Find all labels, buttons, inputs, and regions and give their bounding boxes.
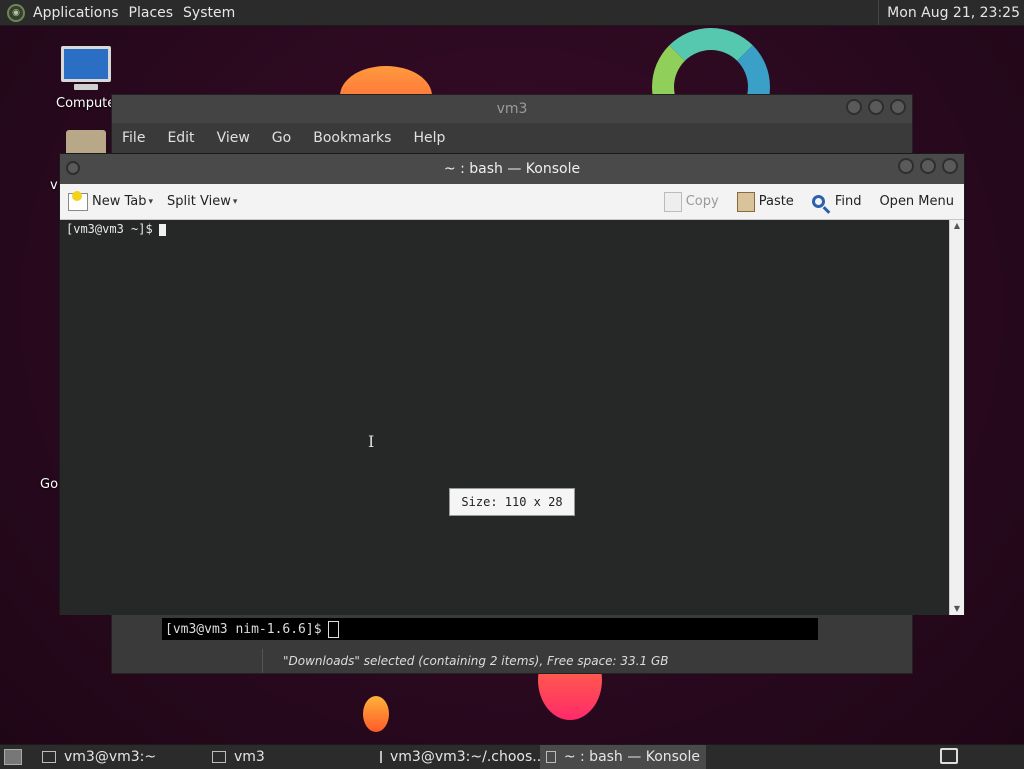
chevron-down-icon: ▾ <box>148 196 154 207</box>
menu-edit[interactable]: Edit <box>167 130 194 146</box>
menu-go[interactable]: Go <box>272 130 291 146</box>
split-view-label: Split View <box>167 194 231 209</box>
window-title: ~ : bash — Konsole <box>443 161 581 177</box>
konsole-toolbar: New Tab ▾ Split View ▾ Copy Paste Find O… <box>60 184 964 220</box>
taskbar-item[interactable]: vm3 <box>206 745 374 769</box>
terminal-icon <box>42 751 56 763</box>
taskbar-item-label: ~ : bash — Konsole <box>563 749 700 765</box>
bottom-taskbar: vm3@vm3:~ vm3 vm3@vm3:~/.choos... ~ : ba… <box>0 744 1024 769</box>
terminal-prompt: [vm3@vm3 nim-1.6.6]$ <box>165 621 322 637</box>
menu-places[interactable]: Places <box>129 5 184 21</box>
menu-view[interactable]: View <box>217 130 250 146</box>
window-menu-button[interactable] <box>66 161 80 175</box>
copy-button[interactable]: Copy <box>663 191 719 212</box>
open-menu-label: Open Menu <box>879 194 954 209</box>
taskbar-item[interactable]: vm3@vm3:~ <box>36 745 206 769</box>
terminal-prompt: [vm3@vm3 ~]$ <box>66 222 153 236</box>
window-titlebar[interactable]: ~ : bash — Konsole <box>60 154 964 184</box>
minimize-button[interactable] <box>898 158 914 174</box>
maximize-button[interactable] <box>868 99 884 115</box>
clock[interactable]: Mon Aug 21, 23:25 <box>878 0 1020 25</box>
close-button[interactable] <box>942 158 958 174</box>
window-titlebar[interactable]: vm3 <box>112 95 912 123</box>
desktop-icon-partial[interactable]: v <box>50 178 58 193</box>
paste-icon <box>736 191 755 212</box>
desktop-icon-computer[interactable]: Compute <box>56 46 115 111</box>
desktop-icon-label: Go <box>40 477 59 492</box>
terminal-prompt-line: [vm3@vm3 ~]$ <box>66 222 166 236</box>
menubar: File Edit View Go Bookmarks Help <box>112 123 912 153</box>
terminal-scrollbar[interactable]: ▲ ▼ <box>949 220 964 615</box>
scroll-up-icon[interactable]: ▲ <box>950 220 964 232</box>
taskbar-item[interactable]: vm3@vm3:~/.choos... <box>374 745 540 769</box>
menu-applications[interactable]: Applications <box>33 5 129 21</box>
workspace-switcher-icon[interactable] <box>940 748 958 764</box>
split-view-button[interactable]: Split View ▾ <box>167 194 237 209</box>
computer-icon <box>60 46 111 82</box>
terminal-cursor <box>158 223 166 236</box>
show-desktop-icon[interactable] <box>4 749 22 765</box>
new-tab-label: New Tab <box>92 194 147 209</box>
konsole-window[interactable]: ~ : bash — Konsole New Tab ▾ Split View … <box>59 153 965 615</box>
chevron-down-icon: ▾ <box>232 196 238 207</box>
desktop-icon-label: Compute <box>56 96 116 111</box>
embedded-terminal[interactable]: [vm3@vm3 nim-1.6.6]$ <box>162 618 818 640</box>
copy-icon <box>663 191 682 212</box>
window-title: vm3 <box>496 101 528 117</box>
taskbar-item-label: vm3 <box>234 749 265 765</box>
taskbar-item-label: vm3@vm3:~/.choos... <box>390 749 540 765</box>
desktop-icon-label: v <box>50 178 58 193</box>
scroll-down-icon[interactable]: ▼ <box>950 603 964 615</box>
size-tooltip: Size: 110 x 28 <box>449 488 575 516</box>
find-button[interactable]: Find <box>811 194 862 209</box>
taskbar-item-label: vm3@vm3:~ <box>64 749 157 765</box>
taskbar-item-active[interactable]: ~ : bash — Konsole <box>540 745 706 769</box>
new-tab-button[interactable]: New Tab ▾ <box>60 190 154 211</box>
paste-label: Paste <box>758 194 794 209</box>
terminal-area[interactable]: [vm3@vm3 ~]$ I Size: 110 x 28 <box>60 220 950 615</box>
desktop-icon-partial[interactable]: Go <box>40 477 58 492</box>
open-menu-button[interactable]: Open Menu <box>879 194 954 209</box>
search-icon <box>811 195 825 208</box>
close-button[interactable] <box>890 99 906 115</box>
menu-system[interactable]: System <box>183 5 245 21</box>
home-folder-icon <box>212 751 226 763</box>
ibeam-cursor-icon: I <box>368 432 375 451</box>
status-bar: "Downloads" selected (containing 2 items… <box>262 649 933 673</box>
wallpaper-shape <box>363 696 389 732</box>
paste-button[interactable]: Paste <box>736 191 794 212</box>
minimize-button[interactable] <box>846 99 862 115</box>
menu-file[interactable]: File <box>122 130 145 146</box>
maximize-button[interactable] <box>920 158 936 174</box>
top-panel: ◉ Applications Places System Mon Aug 21,… <box>0 0 1024 26</box>
find-label: Find <box>834 194 862 209</box>
copy-label: Copy <box>685 194 719 209</box>
terminal-icon <box>380 751 382 763</box>
distro-logo-icon[interactable]: ◉ <box>7 3 25 22</box>
terminal-cursor <box>327 620 339 638</box>
menu-bookmarks[interactable]: Bookmarks <box>313 130 391 146</box>
terminal-icon <box>546 751 556 763</box>
new-tab-icon <box>68 190 88 211</box>
menu-help[interactable]: Help <box>413 130 445 146</box>
